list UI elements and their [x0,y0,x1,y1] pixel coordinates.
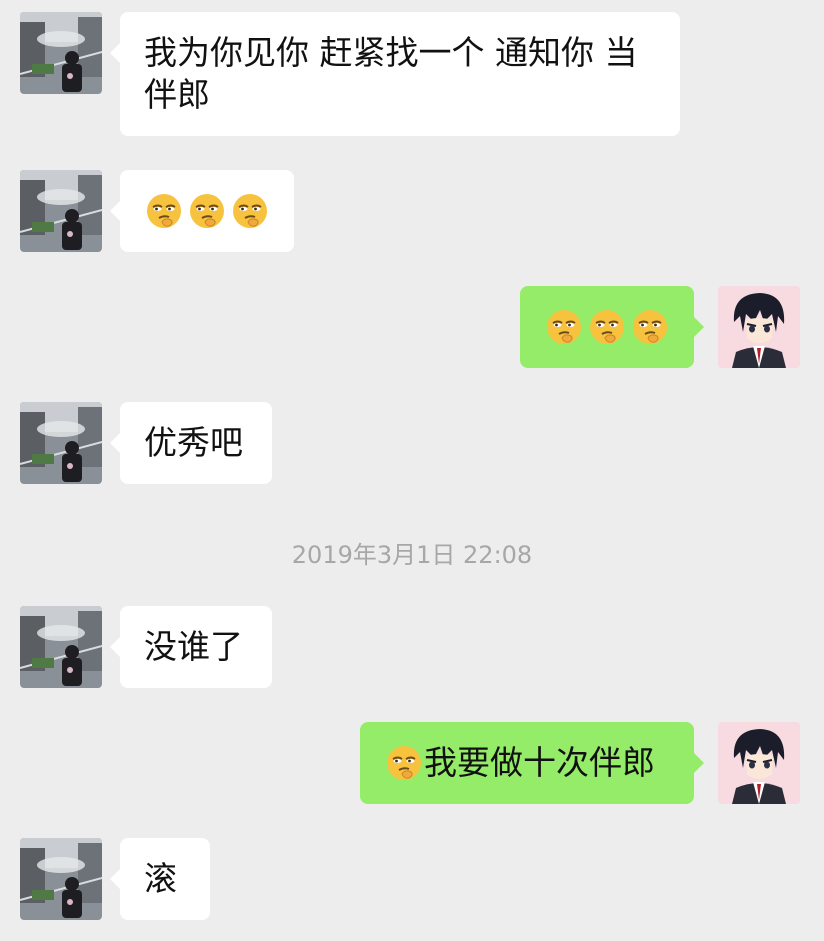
message-content: 我要做十次伴郎 [384,742,670,784]
smirk-thinking-emoji-icon [147,194,181,228]
message-bubble-incoming[interactable] [110,170,294,252]
message-bubble-incoming[interactable]: 滚 [110,838,210,920]
smirk-thinking-emoji-icon [387,746,421,780]
message-text: 滚 [144,859,177,898]
friend-avatar[interactable] [20,838,102,920]
message-row: 我为你见你 赶紧找一个 通知你 当伴郎 [0,12,824,136]
message-bubble-incoming[interactable]: 优秀吧 [110,402,272,484]
anime-avatar-icon [718,722,800,804]
message-row: 没谁了 [0,606,824,688]
emoji-group [144,190,270,232]
friend-avatar[interactable] [20,606,102,688]
smirk-thinking-emoji-icon [633,310,667,344]
message-row [0,286,824,368]
message-bubble-outgoing[interactable] [520,286,704,368]
friend-avatar[interactable] [20,402,102,484]
my-avatar[interactable] [718,286,800,368]
message-bubble-outgoing[interactable]: 我要做十次伴郎 [360,722,704,804]
friend-avatar-photo-icon [20,838,102,920]
message-text: 优秀吧 [144,423,243,462]
message-bubble-incoming[interactable]: 我为你见你 赶紧找一个 通知你 当伴郎 [110,12,680,136]
message-row [0,170,824,252]
emoji-group [544,306,670,348]
smirk-thinking-emoji-icon [547,310,581,344]
smirk-thinking-emoji-icon [190,194,224,228]
friend-avatar-photo-icon [20,12,102,94]
message-row: 滚 [0,838,824,920]
anime-avatar-icon [718,286,800,368]
friend-avatar[interactable] [20,170,102,252]
friend-avatar[interactable] [20,12,102,94]
friend-avatar-photo-icon [20,170,102,252]
timestamp: 2019年3月1日 22:08 [291,541,533,569]
message-text: 没谁了 [144,627,243,666]
friend-avatar-photo-icon [20,606,102,688]
message-text: 我要做十次伴郎 [424,743,655,782]
message-row: 优秀吧 [0,402,824,484]
message-text: 我为你见你 赶紧找一个 通知你 当伴郎 [144,33,638,114]
message-row: 我要做十次伴郎 [0,722,824,804]
smirk-thinking-emoji-icon [233,194,267,228]
friend-avatar-photo-icon [20,402,102,484]
chat-window: 我为你见你 赶紧找一个 通知你 当伴郎 优秀吧 2019年3月1日 22:08 … [0,0,824,941]
smirk-thinking-emoji-icon [590,310,624,344]
my-avatar[interactable] [718,722,800,804]
message-bubble-incoming[interactable]: 没谁了 [110,606,272,688]
